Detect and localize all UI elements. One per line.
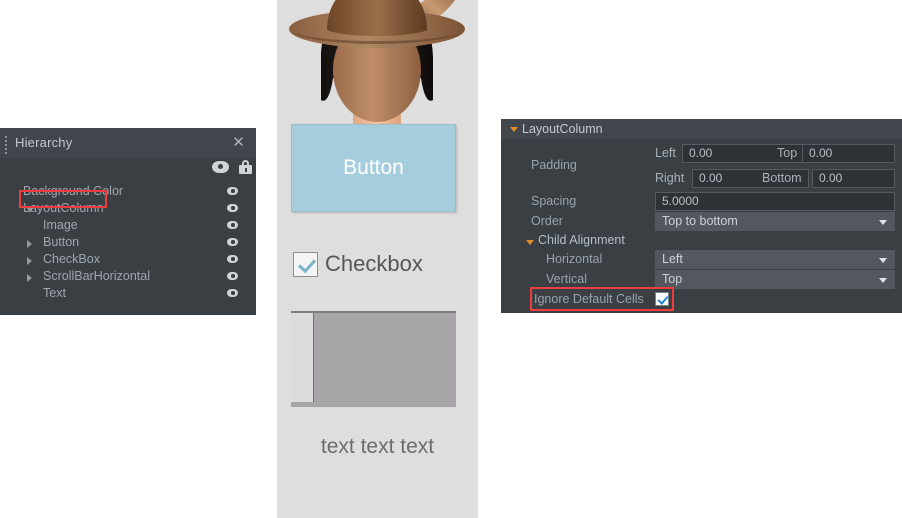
vertical-dropdown-value: Top bbox=[662, 272, 682, 286]
chevron-right-icon[interactable] bbox=[27, 257, 32, 265]
padding-left-label: Left bbox=[655, 146, 676, 160]
preview-button[interactable]: Button bbox=[291, 124, 456, 212]
ignore-default-cells-label: Ignore Default Cells bbox=[534, 292, 644, 306]
spacing-field[interactable]: 5.0000 bbox=[655, 192, 895, 211]
eye-icon[interactable] bbox=[227, 221, 238, 229]
preview-checkbox-row[interactable]: Checkbox bbox=[293, 249, 423, 279]
child-alignment-label: Child Alignment bbox=[538, 233, 625, 247]
lock-icon[interactable] bbox=[239, 160, 252, 174]
eye-icon[interactable] bbox=[227, 272, 238, 280]
spacing-label: Spacing bbox=[531, 194, 576, 208]
drag-grip-icon[interactable] bbox=[5, 136, 9, 151]
chevron-down-icon bbox=[879, 220, 887, 225]
chevron-right-icon[interactable] bbox=[27, 240, 32, 248]
list-item[interactable]: LayoutColumn bbox=[0, 200, 256, 217]
padding-bottom-label: Bottom bbox=[762, 171, 802, 185]
horizontal-dropdown-value: Left bbox=[662, 252, 683, 266]
component-title: LayoutColumn bbox=[522, 122, 603, 136]
hierarchy-panel: Hierarchy ✕ Background Color LayoutColum… bbox=[0, 128, 256, 315]
tree-item-label: ScrollBarHorizontal bbox=[43, 268, 150, 285]
hierarchy-toolbar bbox=[208, 158, 256, 180]
close-icon[interactable]: ✕ bbox=[231, 135, 246, 150]
eye-icon[interactable] bbox=[212, 161, 229, 173]
eye-icon[interactable] bbox=[227, 238, 238, 246]
eye-icon[interactable] bbox=[227, 289, 238, 297]
tree-item-label: Image bbox=[43, 217, 78, 234]
chevron-down-icon[interactable] bbox=[510, 127, 518, 132]
scrollbar-thumb[interactable] bbox=[291, 313, 314, 402]
chevron-down-icon bbox=[879, 258, 887, 263]
hierarchy-titlebar: Hierarchy ✕ bbox=[0, 128, 256, 159]
order-label: Order bbox=[531, 214, 563, 228]
hierarchy-tree: Background Color LayoutColumn Image Butt… bbox=[0, 158, 256, 315]
ignore-default-cells-checkbox[interactable] bbox=[655, 292, 669, 306]
padding-top-label: Top bbox=[777, 146, 797, 160]
tree-item-label: CheckBox bbox=[43, 251, 100, 268]
horizontal-dropdown[interactable]: Left bbox=[655, 250, 895, 269]
checkbox-icon[interactable] bbox=[293, 252, 318, 277]
tree-item-label: Background Color bbox=[23, 183, 123, 200]
list-item[interactable]: ScrollBarHorizontal bbox=[0, 268, 256, 285]
vertical-dropdown[interactable]: Top bbox=[655, 270, 895, 289]
eye-icon[interactable] bbox=[227, 255, 238, 263]
tree-item-label: LayoutColumn bbox=[23, 200, 104, 217]
list-item[interactable]: CheckBox bbox=[0, 251, 256, 268]
tree-item-label: Text bbox=[43, 285, 66, 302]
order-dropdown-value: Top to bottom bbox=[662, 214, 738, 228]
inspector-header[interactable]: LayoutColumn bbox=[501, 119, 902, 139]
preview-checkbox-label: Checkbox bbox=[325, 251, 423, 277]
vertical-label: Vertical bbox=[546, 272, 587, 286]
preview-canvas: Button Checkbox text text text bbox=[277, 0, 478, 518]
padding-label: Padding bbox=[531, 158, 577, 172]
scrollbar-track[interactable] bbox=[291, 402, 456, 407]
eye-icon[interactable] bbox=[227, 204, 238, 212]
padding-top-field[interactable]: 0.00 bbox=[802, 144, 895, 163]
chevron-down-icon bbox=[879, 278, 887, 283]
tree-item-label: Button bbox=[43, 234, 79, 251]
list-item[interactable]: Background Color bbox=[0, 183, 256, 200]
list-item[interactable]: Text bbox=[0, 285, 256, 302]
chevron-right-icon[interactable] bbox=[27, 274, 32, 282]
preview-scrollbar-horizontal[interactable] bbox=[291, 311, 456, 402]
list-item[interactable]: Button bbox=[0, 234, 256, 251]
preview-text-label: text text text bbox=[277, 435, 478, 459]
padding-bottom-field[interactable]: 0.00 bbox=[812, 169, 895, 188]
list-item[interactable]: Image bbox=[0, 217, 256, 234]
horizontal-label: Horizontal bbox=[546, 252, 602, 266]
order-dropdown[interactable]: Top to bottom bbox=[655, 212, 895, 231]
chevron-down-icon[interactable] bbox=[526, 240, 534, 245]
panel-title: Hierarchy bbox=[15, 135, 72, 150]
eye-icon[interactable] bbox=[227, 187, 238, 195]
padding-right-label: Right bbox=[655, 171, 684, 185]
